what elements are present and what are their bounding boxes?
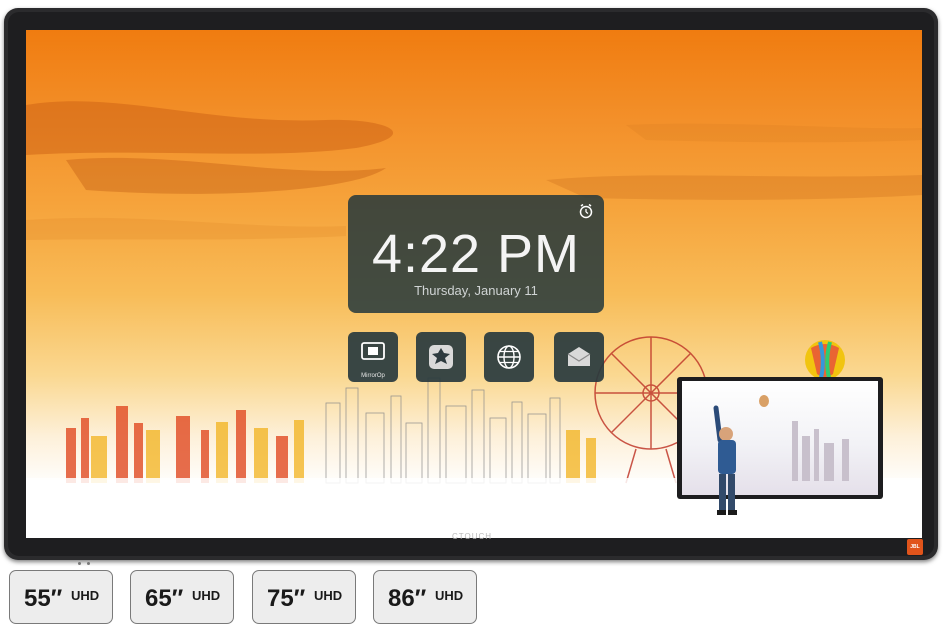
globe-icon [497,345,521,369]
child-figure [713,405,737,515]
size-unit: UHD [314,588,343,603]
size-unit: UHD [435,588,464,603]
jbl-badge: JBL [907,539,923,555]
size-option-65[interactable]: 65″ UHD [130,570,234,624]
display-screen: 4:22 PM Thursday, January 11 MirrorOp [26,30,922,538]
size-option-86[interactable]: 86″ UHD [373,570,477,624]
status-led [78,562,81,565]
size-value: 55″ [24,585,63,612]
alarm-clock-icon[interactable] [578,203,594,219]
status-led [87,562,90,565]
envelope-icon [567,347,591,366]
size-unit: UHD [192,588,221,603]
clock-date: Thursday, January 11 [414,283,538,298]
app-label-mirrorop: MirrorOp [361,373,385,379]
size-value: 65″ [145,585,184,612]
size-unit: UHD [71,588,100,603]
app-mail[interactable] [554,332,604,382]
interactive-display: 4:22 PM Thursday, January 11 MirrorOp JB… [4,8,938,565]
size-option-75[interactable]: 75″ UHD [252,570,356,624]
clock-widget[interactable]: 4:22 PM Thursday, January 11 [348,195,604,313]
mirror-screen-icon [361,342,385,360]
clock-time: 4:22 PM [371,224,581,284]
status-leds [78,552,96,570]
app-annotate[interactable] [416,332,466,382]
size-option-55[interactable]: 55″ UHD [9,570,113,624]
size-value: 86″ [388,585,427,612]
app-browser[interactable] [484,332,534,382]
app-mirrorop[interactable]: MirrorOp [348,332,398,382]
whiteboard-gear-icon [429,345,453,369]
brand-logo: CTOUCH [451,532,493,541]
size-value: 75″ [267,585,306,612]
